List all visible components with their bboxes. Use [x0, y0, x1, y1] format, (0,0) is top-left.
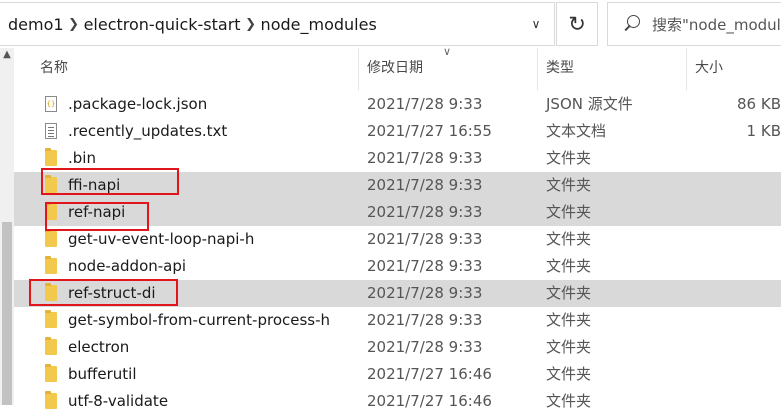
file-date: 2021/7/28 9:33 — [367, 176, 483, 194]
file-type: 文件夹 — [546, 203, 592, 221]
breadcrumb: demo1 ❯ electron-quick-start ❯ node_modu… — [0, 15, 377, 34]
file-list: {} .package-lock.json 2021/7/28 9:33 JSON 源… — [14, 91, 781, 415]
folder-icon — [45, 229, 57, 247]
search-icon — [622, 14, 642, 34]
file-size: 86 KB — [737, 95, 781, 113]
scroll-up-icon[interactable]: ▲ — [0, 48, 14, 62]
file-row[interactable]: electron 2021/7/28 9:33 文件夹 — [14, 334, 781, 361]
json-file-icon: {} — [45, 96, 57, 112]
folder-icon — [45, 175, 57, 193]
search-input[interactable]: 搜索"node_modules" — [652, 14, 781, 35]
file-name: ref-struct-di — [68, 284, 156, 302]
file-name: get-uv-event-loop-napi-h — [68, 230, 255, 248]
file-date: 2021/7/28 9:33 — [367, 203, 483, 221]
column-headers: 名称 修改日期 类型 大小 — [14, 48, 781, 90]
file-row[interactable]: get-symbol-from-current-process-h 2021/7/… — [14, 307, 781, 334]
refresh-icon: ↻ — [568, 12, 586, 36]
file-type: 文件夹 — [546, 149, 592, 167]
file-date: 2021/7/28 9:33 — [367, 284, 483, 302]
sort-chevron-icon: ∨ — [443, 45, 452, 58]
file-date: 2021/7/28 9:33 — [367, 230, 483, 248]
column-header-type[interactable]: 类型 — [546, 48, 574, 90]
file-type: 文件夹 — [546, 365, 592, 383]
file-row[interactable]: node-addon-api 2021/7/28 9:33 文件夹 — [14, 253, 781, 280]
file-type: 文本文档 — [546, 122, 607, 140]
file-date: 2021/7/27 16:46 — [367, 365, 492, 383]
folder-icon — [45, 337, 57, 355]
file-date: 2021/7/28 9:33 — [367, 311, 483, 329]
folder-icon — [45, 310, 57, 328]
folder-icon — [45, 364, 57, 382]
file-name: ref-napi — [68, 203, 126, 221]
breadcrumb-item-demo1[interactable]: demo1 — [8, 15, 64, 34]
file-name: bufferutil — [68, 365, 137, 383]
file-name: .bin — [68, 149, 96, 167]
file-type: JSON 源文件 — [546, 95, 633, 113]
chevron-right-icon[interactable]: ❯ — [241, 17, 261, 32]
column-header-name[interactable]: 名称 — [40, 48, 68, 90]
file-date: 2021/7/27 16:55 — [367, 122, 492, 140]
file-date: 2021/7/28 9:33 — [367, 338, 483, 356]
file-name: utf-8-validate — [68, 392, 169, 410]
column-divider[interactable] — [358, 48, 359, 90]
file-type: 文件夹 — [546, 257, 592, 275]
file-name: ffi-napi — [68, 176, 121, 194]
file-row[interactable]: get-uv-event-loop-napi-h 2021/7/28 9:33 文件… — [14, 226, 781, 253]
file-row[interactable]: .bin 2021/7/28 9:33 文件夹 — [14, 145, 781, 172]
refresh-button[interactable]: ↻ — [556, 2, 598, 46]
chevron-down-icon: ∨ — [531, 17, 541, 31]
folder-icon — [45, 283, 57, 301]
folder-icon — [45, 148, 57, 166]
explorer-toolbar: demo1 ❯ electron-quick-start ❯ node_modu… — [0, 0, 781, 48]
file-row[interactable]: utf-8-validate 2021/7/27 16:46 文件夹 — [14, 388, 781, 415]
file-row[interactable]: ref-napi 2021/7/28 9:33 文件夹 — [14, 199, 781, 226]
file-name: get-symbol-from-current-process-h — [68, 311, 331, 329]
file-name: .package-lock.json — [68, 95, 208, 113]
column-header-date[interactable]: 修改日期 — [367, 48, 423, 90]
column-divider[interactable] — [686, 48, 687, 90]
file-type: 文件夹 — [546, 392, 592, 410]
address-history-dropdown[interactable]: ∨ — [518, 3, 554, 45]
column-header-size[interactable]: 大小 — [695, 48, 723, 90]
column-divider[interactable] — [537, 48, 538, 90]
folder-icon — [45, 256, 57, 274]
file-row[interactable]: {} .package-lock.json 2021/7/28 9:33 JSON 源… — [14, 91, 781, 118]
file-date: 2021/7/28 9:33 — [367, 257, 483, 275]
scrollbar-thumb[interactable] — [2, 222, 12, 405]
file-type: 文件夹 — [546, 230, 592, 248]
file-date: 2021/7/28 9:33 — [367, 95, 483, 113]
search-box[interactable]: 搜索"node_modules" — [607, 2, 781, 46]
file-type: 文件夹 — [546, 284, 592, 302]
file-row[interactable]: ffi-napi 2021/7/28 9:33 文件夹 — [14, 172, 781, 199]
breadcrumb-item-electron-quick-start[interactable]: electron-quick-start — [84, 15, 241, 34]
folder-icon — [45, 391, 57, 409]
address-bar[interactable]: demo1 ❯ electron-quick-start ❯ node_modu… — [0, 2, 555, 46]
file-type: 文件夹 — [546, 176, 592, 194]
text-file-icon — [45, 123, 57, 139]
file-name: electron — [68, 338, 130, 356]
file-name: node-addon-api — [68, 257, 187, 275]
file-size: 1 KB — [746, 122, 781, 140]
breadcrumb-item-node-modules[interactable]: node_modules — [261, 15, 377, 34]
file-date: 2021/7/28 9:33 — [367, 149, 483, 167]
file-row[interactable]: ref-struct-di 2021/7/28 9:33 文件夹 — [14, 280, 781, 307]
file-type: 文件夹 — [546, 311, 592, 329]
file-date: 2021/7/27 16:46 — [367, 392, 492, 410]
folder-icon — [45, 202, 57, 220]
file-type: 文件夹 — [546, 338, 592, 356]
file-name: .recently_updates.txt — [68, 122, 228, 140]
chevron-right-icon[interactable]: ❯ — [64, 17, 84, 32]
file-row[interactable]: .recently_updates.txt 2021/7/27 16:55 文本文档… — [14, 118, 781, 145]
file-row[interactable]: bufferutil 2021/7/27 16:46 文件夹 — [14, 361, 781, 388]
